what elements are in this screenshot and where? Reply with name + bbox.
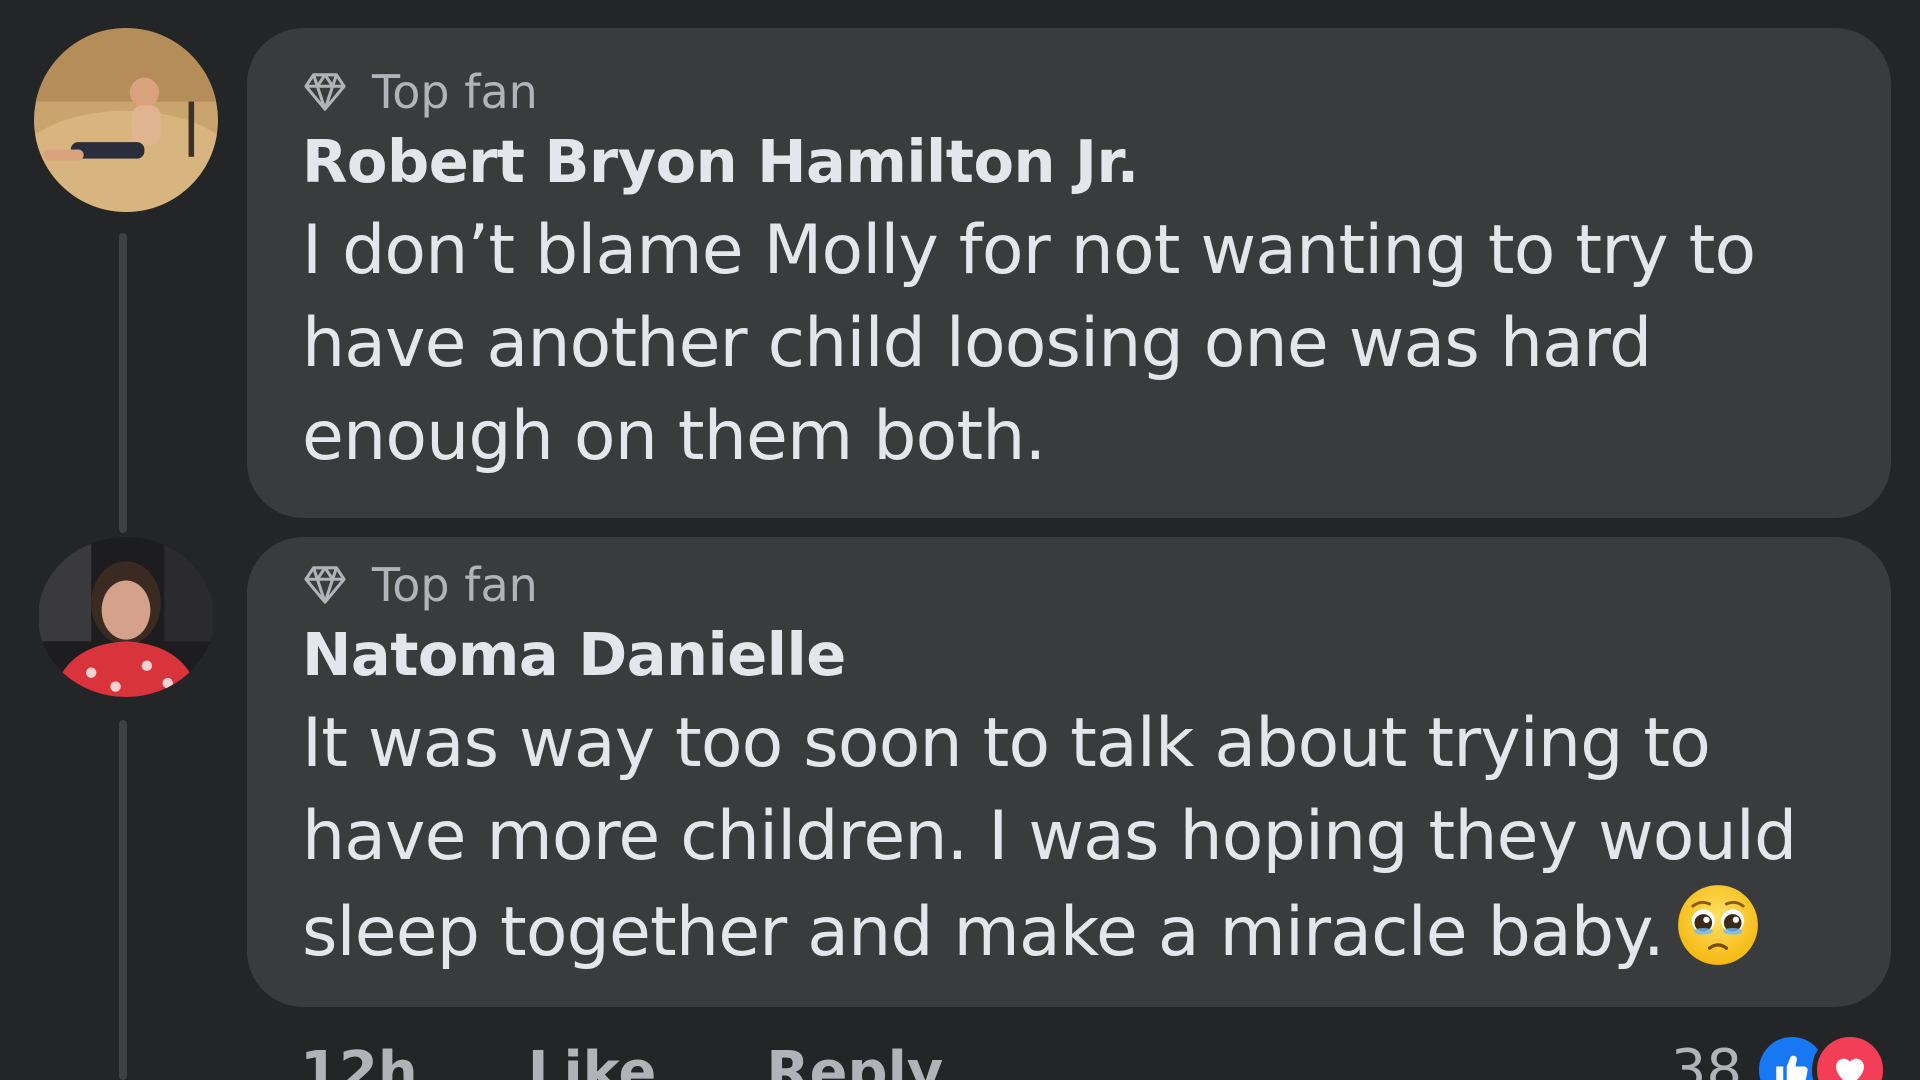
comment-bubble: Top fan Robert Bryon Hamilton Jr. I don’… bbox=[247, 28, 1891, 518]
comment-text: I don’t blame Molly for not wanting to t… bbox=[302, 211, 1756, 476]
badge-label: Top fan bbox=[372, 558, 538, 612]
thread-line bbox=[119, 720, 127, 1080]
timestamp[interactable]: 12h bbox=[300, 1040, 418, 1080]
top-fan-badge[interactable]: Top fan bbox=[302, 64, 1851, 120]
avatar[interactable] bbox=[34, 28, 218, 212]
author-name[interactable]: Robert Bryon Hamilton Jr. bbox=[302, 120, 1851, 204]
love-reaction-icon bbox=[1812, 1032, 1888, 1080]
avatar[interactable] bbox=[38, 537, 214, 697]
author-name[interactable]: Natoma Danielle bbox=[302, 613, 1851, 697]
like-button[interactable]: Like bbox=[528, 1040, 657, 1080]
avatar-photo-beach bbox=[34, 28, 218, 212]
comment-actions: 12h Like Reply bbox=[300, 1040, 943, 1080]
avatar-photo-car bbox=[39, 537, 213, 697]
reply-button[interactable]: Reply bbox=[766, 1040, 943, 1080]
pleading-face-emoji-icon bbox=[1676, 883, 1760, 967]
thread-line bbox=[119, 233, 127, 533]
comment-text-body: It was way too soon to talk about trying… bbox=[302, 704, 1797, 972]
top-fan-badge[interactable]: Top fan bbox=[302, 557, 1851, 613]
diamond-icon bbox=[304, 566, 346, 604]
comment-text: It was way too soon to talk about trying… bbox=[302, 697, 1851, 979]
badge-label: Top fan bbox=[372, 65, 538, 119]
reaction-summary[interactable]: 38 bbox=[1671, 1032, 1888, 1080]
reaction-count: 38 bbox=[1670, 1037, 1742, 1080]
diamond-icon bbox=[304, 73, 346, 111]
comment-bubble: Top fan Natoma Danielle It was way too s… bbox=[247, 537, 1891, 1007]
